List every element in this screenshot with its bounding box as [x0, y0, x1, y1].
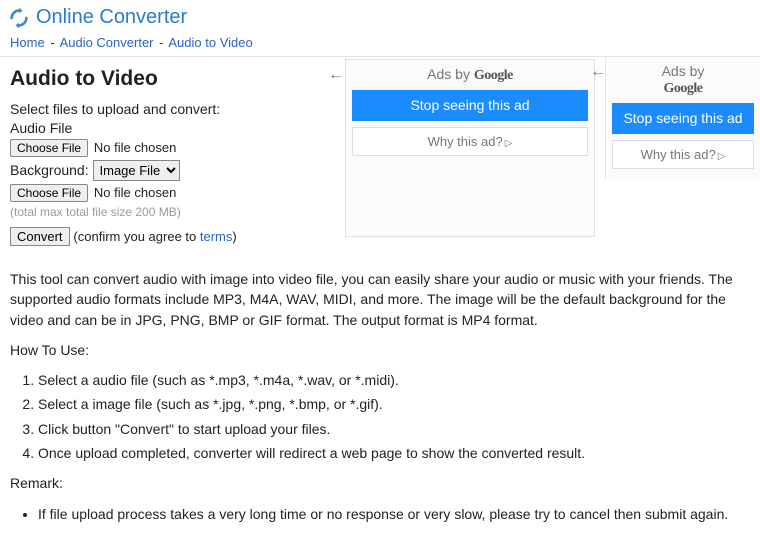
- why-this-ad-button[interactable]: Why this ad?▷: [612, 140, 754, 169]
- ads-by-label: Ads by Google: [352, 66, 588, 84]
- choose-image-button[interactable]: Choose File: [10, 184, 88, 202]
- remark-list: If file upload process takes a very long…: [10, 504, 750, 524]
- convert-button[interactable]: Convert: [10, 227, 70, 246]
- adchoices-icon: ▷: [505, 138, 513, 149]
- adchoices-icon: ▷: [718, 151, 726, 162]
- confirm-text: (confirm you agree to terms): [73, 229, 236, 244]
- page-title: Audio to Video: [10, 67, 335, 91]
- site-title[interactable]: Online Converter: [36, 6, 187, 29]
- breadcrumb-current[interactable]: Audio to Video: [168, 35, 252, 50]
- breadcrumb-category[interactable]: Audio Converter: [60, 35, 154, 50]
- background-label: Background:: [10, 162, 89, 178]
- image-no-file-text: No file chosen: [94, 185, 176, 200]
- howto-heading: How To Use:: [10, 340, 750, 360]
- ad-box-inline: ← Ads by Google Stop seeing this ad Why …: [345, 59, 595, 237]
- howto-step: Once upload completed, converter will re…: [38, 443, 750, 463]
- select-files-label: Select files to upload and convert:: [10, 101, 335, 117]
- header: Online Converter: [0, 0, 760, 33]
- howto-step: Select a audio file (such as *.mp3, *.m4…: [38, 370, 750, 390]
- choose-audio-button[interactable]: Choose File: [10, 139, 88, 157]
- stop-seeing-ad-button[interactable]: Stop seeing this ad: [352, 90, 588, 121]
- audio-file-label: Audio File: [10, 120, 335, 136]
- description-section: This tool can convert audio with image i…: [0, 257, 760, 534]
- why-this-ad-button[interactable]: Why this ad?▷: [352, 127, 588, 156]
- ads-by-label: Ads by Google: [612, 63, 754, 97]
- breadcrumb-home[interactable]: Home: [10, 35, 45, 50]
- ad-box-rail: ← Ads by Google Stop seeing this ad Why …: [605, 57, 760, 179]
- background-select[interactable]: Image File: [93, 160, 180, 181]
- terms-link[interactable]: terms: [200, 229, 233, 244]
- remark-heading: Remark:: [10, 473, 750, 493]
- description-paragraph: This tool can convert audio with image i…: [10, 269, 750, 330]
- stop-seeing-ad-button[interactable]: Stop seeing this ad: [612, 103, 754, 134]
- remark-item: If file upload process takes a very long…: [38, 504, 750, 524]
- refresh-logo-icon: [8, 7, 30, 29]
- howto-step: Select a image file (such as *.jpg, *.pn…: [38, 394, 750, 414]
- howto-steps: Select a audio file (such as *.mp3, *.m4…: [10, 370, 750, 463]
- breadcrumb: Home - Audio Converter - Audio to Video: [0, 33, 760, 56]
- audio-no-file-text: No file chosen: [94, 140, 176, 155]
- close-ad-icon[interactable]: ←: [328, 66, 344, 84]
- close-ad-icon[interactable]: ←: [590, 63, 606, 81]
- file-size-hint: (total max total file size 200 MB): [10, 205, 335, 219]
- howto-step: Click button "Convert" to start upload y…: [38, 419, 750, 439]
